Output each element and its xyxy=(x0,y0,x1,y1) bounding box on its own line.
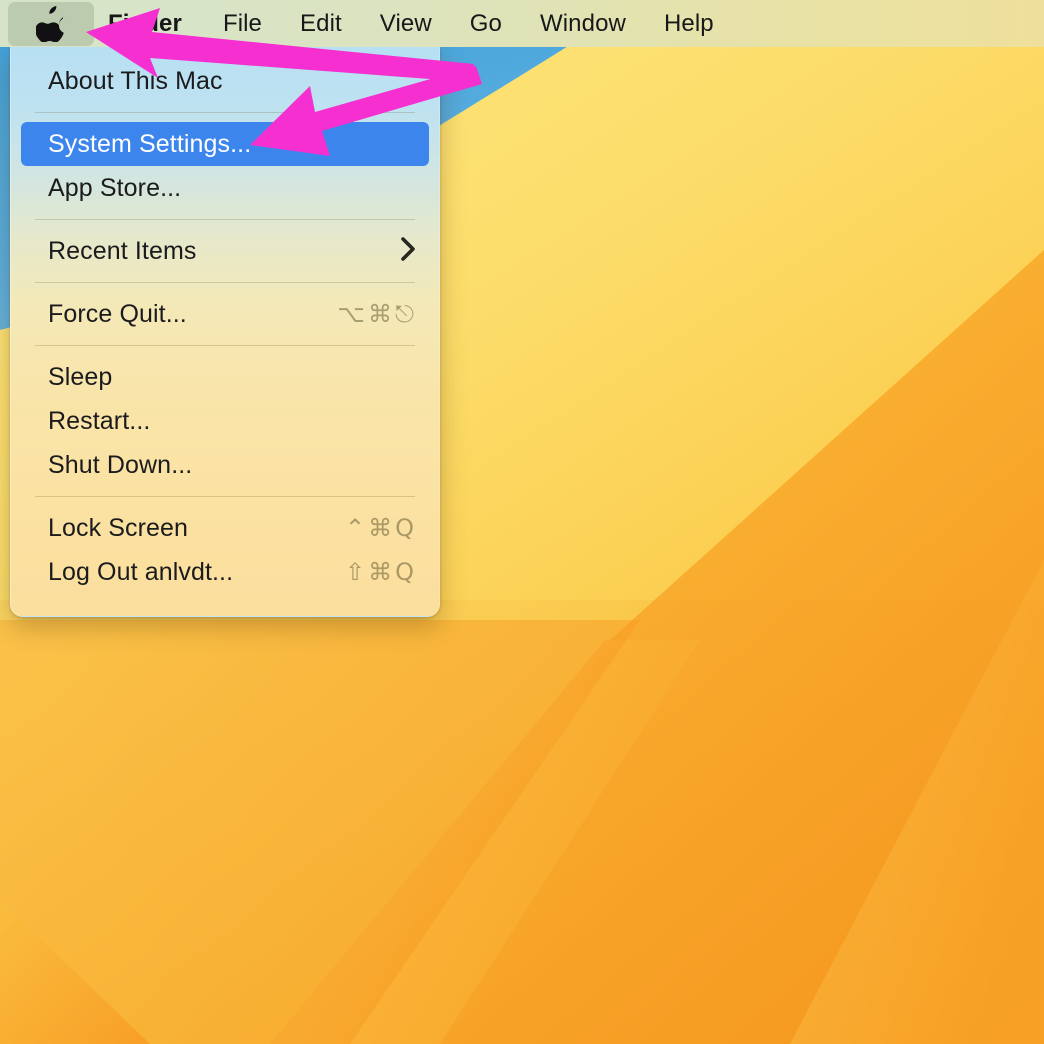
menu-bar-item-window[interactable]: Window xyxy=(521,0,645,47)
apple-logo-icon xyxy=(36,5,66,42)
menu-item-label: Lock Screen xyxy=(48,513,189,542)
menu-item-shortcut: ⌃⌘Q xyxy=(345,514,417,542)
menu-item-label: Sleep xyxy=(48,362,113,391)
menu-item-label: Restart... xyxy=(48,406,151,435)
menu-item-app-store[interactable]: App Store... xyxy=(21,166,429,210)
menu-item-label: Log Out anlvdt... xyxy=(48,557,234,586)
menu-item-system-settings[interactable]: System Settings... xyxy=(21,122,429,166)
menu-item-restart[interactable]: Restart... xyxy=(21,399,429,443)
menu-item-label: Shut Down... xyxy=(48,450,193,479)
menu-bar: Finder File Edit View Go Window Help xyxy=(0,0,1044,47)
menu-separator xyxy=(35,345,415,346)
menu-item-sleep[interactable]: Sleep xyxy=(21,355,429,399)
menu-separator xyxy=(35,219,415,220)
menu-bar-items: Finder File Edit View Go Window Help xyxy=(94,0,733,47)
chevron-right-icon xyxy=(400,236,417,266)
menu-bar-item-help[interactable]: Help xyxy=(645,0,733,47)
menu-bar-item-view[interactable]: View xyxy=(361,0,451,47)
desktop-screen: Finder File Edit View Go Window Help Abo… xyxy=(0,0,1044,1044)
menu-bar-item-go[interactable]: Go xyxy=(451,0,521,47)
menu-separator xyxy=(35,112,415,113)
apple-dropdown-menu: About This Mac System Settings... App St… xyxy=(10,47,440,617)
menu-item-label: System Settings... xyxy=(48,129,252,158)
menu-item-label: App Store... xyxy=(48,173,182,202)
menu-bar-item-finder[interactable]: Finder xyxy=(94,0,204,47)
menu-item-shortcut: ⇧⌘Q xyxy=(345,558,417,586)
menu-bar-item-edit[interactable]: Edit xyxy=(281,0,361,47)
apple-menu-button[interactable] xyxy=(8,1,94,46)
menu-item-label: Force Quit... xyxy=(48,299,187,328)
menu-item-about-this-mac[interactable]: About This Mac xyxy=(21,59,429,103)
menu-item-recent-items[interactable]: Recent Items xyxy=(21,229,429,273)
menu-item-shortcut: ⌥⌘⎋ xyxy=(337,300,417,328)
menu-separator xyxy=(35,282,415,283)
menu-item-shut-down[interactable]: Shut Down... xyxy=(21,443,429,487)
menu-item-label: Recent Items xyxy=(48,236,197,265)
menu-bar-item-file[interactable]: File xyxy=(204,0,281,47)
menu-item-lock-screen[interactable]: Lock Screen ⌃⌘Q xyxy=(21,506,429,550)
menu-item-force-quit[interactable]: Force Quit... ⌥⌘⎋ xyxy=(21,292,429,336)
menu-item-log-out[interactable]: Log Out anlvdt... ⇧⌘Q xyxy=(21,550,429,594)
menu-item-label: About This Mac xyxy=(48,66,223,95)
menu-separator xyxy=(35,496,415,497)
